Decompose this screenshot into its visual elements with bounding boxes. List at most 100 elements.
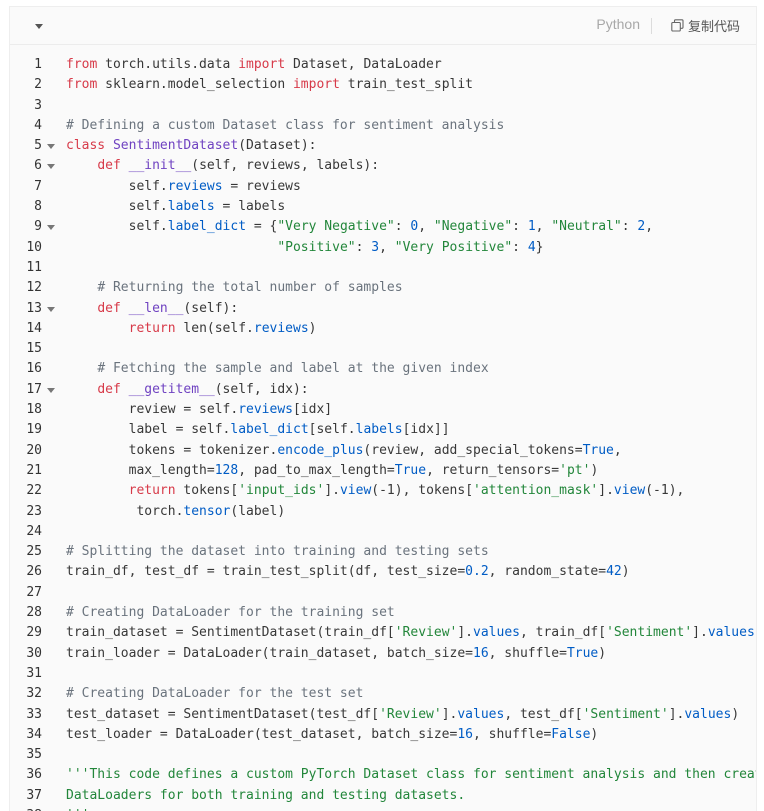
caret-down-icon[interactable] — [32, 21, 46, 31]
code-token: ) — [590, 462, 599, 478]
copy-code-button[interactable]: 复制代码 — [671, 15, 740, 35]
code-token: (label) — [230, 503, 286, 519]
code-token: "Negative" — [433, 219, 513, 235]
fold-caret-icon[interactable] — [47, 387, 55, 393]
line-number: 17 — [26, 381, 42, 397]
code-line: 30 train_loader = DataLoader(train_datase… — [10, 644, 756, 664]
header-divider — [651, 18, 652, 34]
code-line: 14 return len(self.reviews) — [10, 319, 756, 339]
code-token: : — [394, 219, 411, 235]
code-token: True — [566, 645, 599, 661]
code-token: "Very Positive" — [394, 239, 513, 255]
code-token: = labels — [214, 199, 286, 215]
line-code: review = self.reviews[idx] — [66, 400, 333, 420]
language-label: Python — [596, 16, 640, 32]
line-number: 28 — [26, 605, 42, 621]
line-number: 32 — [26, 686, 42, 702]
line-number: 33 — [26, 706, 42, 722]
code-token: # Creating DataLoader for the test set — [66, 686, 364, 702]
code-line: 17 def __getitem__(self, idx): — [10, 380, 756, 400]
line-code: # Returning the total number of samples — [66, 278, 403, 298]
line-code: def __len__(self): — [66, 299, 238, 319]
line-number: 10 — [26, 239, 42, 255]
fold-caret-icon[interactable] — [47, 225, 55, 231]
code-token: self. — [66, 219, 168, 235]
code-token: 'attention_mask' — [473, 483, 599, 499]
code-line: 35 — [10, 745, 756, 765]
code-token: # Returning the total number of samples — [97, 280, 403, 296]
fold-caret-icon[interactable] — [47, 306, 55, 312]
code-token: , test_df[ — [504, 706, 583, 722]
line-number: 37 — [26, 787, 42, 803]
code-line: 28 # Creating DataLoader for the training… — [10, 603, 756, 623]
code-line: 31 — [10, 664, 756, 684]
line-number: 9 — [34, 219, 42, 235]
line-code: self.labels = labels — [66, 197, 286, 217]
code-token: 'pt' — [559, 462, 591, 478]
line-number: 31 — [26, 665, 42, 681]
line-code: DataLoaders for both training and testin… — [66, 786, 465, 806]
line-number: 23 — [26, 503, 42, 519]
code-line: 33 test_dataset = SentimentDataset(test_d… — [10, 705, 756, 725]
code-token: ]. — [457, 625, 474, 641]
code-token: 'input_ids' — [238, 483, 325, 499]
code-token: "Positive" — [277, 239, 356, 255]
code-token: label_dict — [167, 219, 247, 235]
line-number: 14 — [26, 320, 42, 336]
line-number: 35 — [26, 747, 42, 763]
code-token: 16 — [473, 645, 489, 661]
code-token: torch. — [66, 503, 184, 519]
code-token: reviews — [238, 402, 293, 418]
code-token: '''This code defines a custom PyTorch Da… — [66, 767, 757, 783]
line-code: "Positive": 3, "Very Positive": 4} — [66, 238, 543, 258]
code-token: view — [339, 483, 372, 499]
code-token: 3 — [371, 239, 380, 255]
code-token: train_test_split — [339, 77, 474, 93]
code-token: ) — [621, 564, 630, 580]
code-line: 37 DataLoaders for both training and test… — [10, 786, 756, 806]
code-token: : — [355, 239, 372, 255]
code-token: # Defining a custom Dataset class for se… — [66, 117, 505, 133]
code-line: 6 def __init__(self, reviews, labels): — [10, 156, 756, 176]
code-token: import — [238, 57, 286, 72]
code-line: 7 self.reviews = reviews — [10, 177, 756, 197]
code-token: __getitem__ — [128, 381, 215, 397]
line-code: # Defining a custom Dataset class for se… — [66, 116, 504, 136]
code-token: , — [535, 219, 552, 235]
code-token: } — [535, 239, 544, 255]
line-code: def __init__(self, reviews, labels): — [66, 156, 379, 176]
code-token: test_loader = DataLoader(test_dataset, b… — [66, 726, 458, 742]
code-token: __init__ — [128, 158, 192, 174]
code-token: labels — [167, 199, 215, 215]
line-code: # Fetching the sample and label at the g… — [66, 359, 488, 379]
code-token: 0.2 — [465, 564, 489, 580]
code-token: len(self. — [175, 320, 254, 336]
fold-caret-icon[interactable] — [47, 164, 55, 170]
line-code: torch.tensor(label) — [66, 502, 285, 522]
line-code: test_loader = DataLoader(test_dataset, b… — [66, 725, 598, 745]
fold-caret-icon[interactable] — [47, 144, 55, 150]
line-number: 20 — [26, 442, 42, 458]
code-token: train_loader = DataLoader(train_dataset,… — [66, 645, 473, 661]
code-token: __len__ — [128, 300, 184, 316]
code-token: values — [684, 706, 732, 722]
code-token: from — [66, 57, 98, 72]
code-token: ) — [755, 625, 756, 640]
line-number: 2 — [34, 77, 42, 93]
code-token: label_dict — [230, 422, 309, 438]
code-token: labels — [355, 422, 403, 438]
line-code: def __getitem__(self, idx): — [66, 380, 308, 400]
code-token: 'Sentiment' — [606, 625, 693, 641]
code-token: = reviews — [222, 178, 301, 194]
code-line: 25 # Splitting the dataset into training … — [10, 542, 756, 562]
code-token: ) — [308, 320, 317, 336]
code-token: reviews — [253, 320, 309, 336]
line-number: 6 — [34, 158, 42, 174]
code-line: 15 — [10, 339, 756, 359]
line-code: train_dataset = SentimentDataset(train_d… — [66, 623, 756, 643]
code-line: 21 max_length=128, pad_to_max_length=Tru… — [10, 461, 756, 481]
code-token: , shuffle= — [473, 726, 552, 742]
